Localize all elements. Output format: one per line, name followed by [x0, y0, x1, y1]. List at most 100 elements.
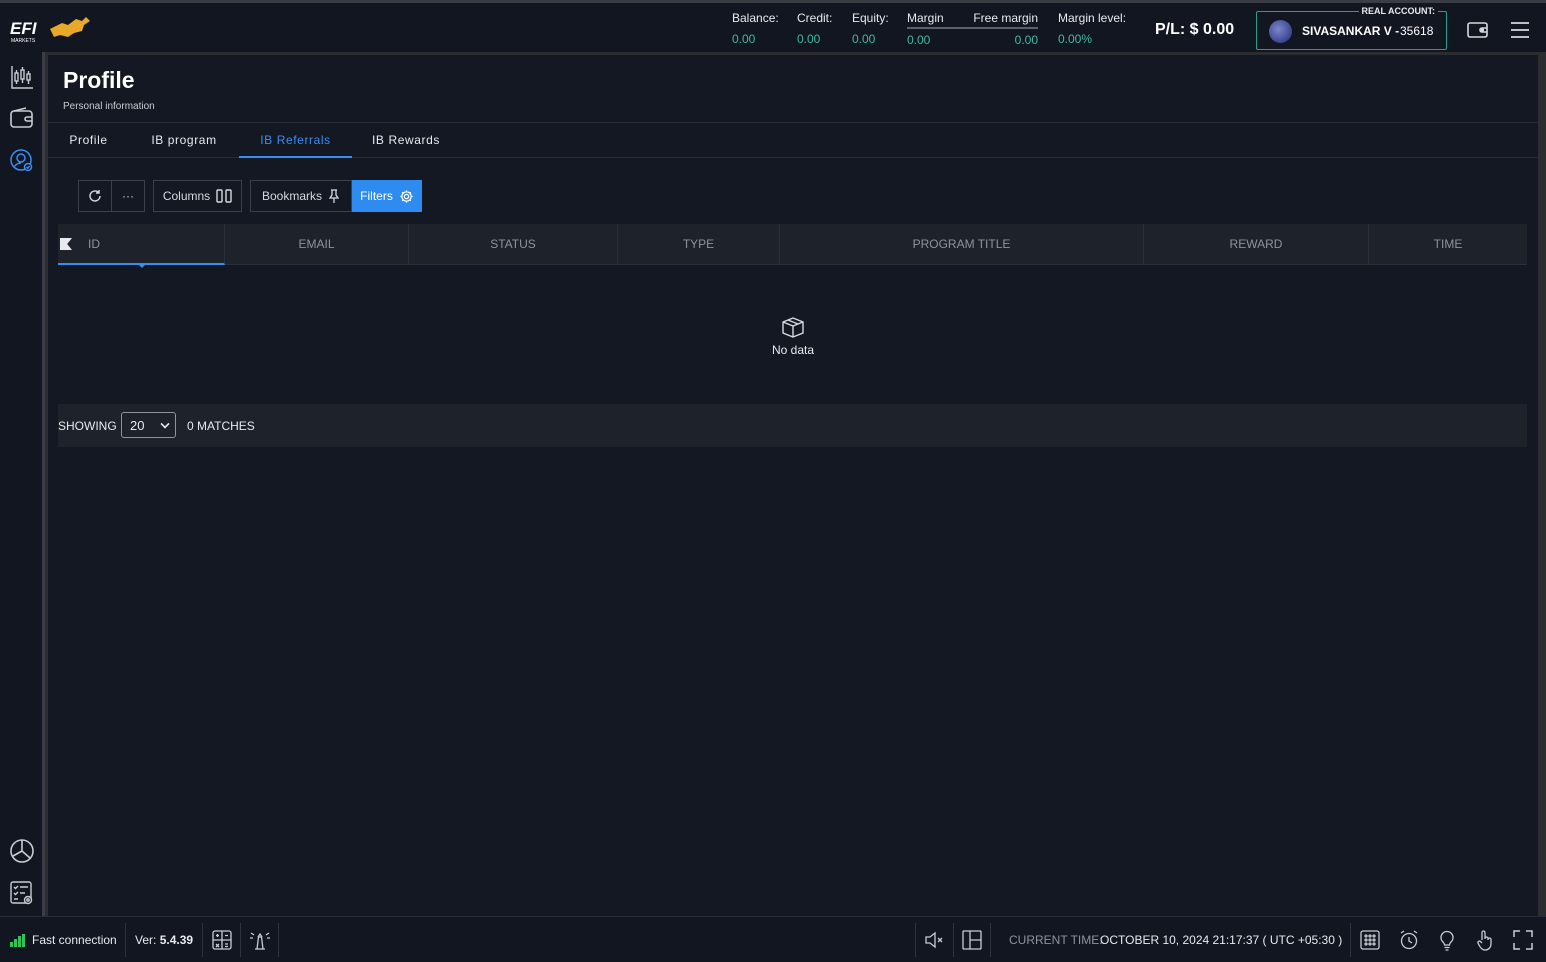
layout-icon[interactable]	[961, 929, 983, 951]
margin-stat-group: Margin Free margin 0.00 0.00	[907, 11, 1038, 47]
equity-label: Equity:	[852, 11, 889, 25]
pl-label: P/L:	[1155, 21, 1186, 38]
columns-button[interactable]: Columns	[153, 180, 242, 212]
version-value: 5.4.39	[159, 933, 194, 947]
account-type-tag: REAL ACCOUNT:	[1358, 6, 1438, 16]
lightbulb-icon[interactable]	[1436, 929, 1458, 951]
free-margin-value: 0.00	[1014, 33, 1038, 47]
column-header-program-title[interactable]: PROGRAM TITLE	[780, 224, 1144, 265]
hand-pointer-icon[interactable]	[1474, 929, 1496, 951]
page-size-select[interactable]: 20	[121, 412, 176, 438]
tab-ib-rewards[interactable]: IB Rewards	[366, 123, 446, 158]
balance-stat: Balance: 0.00	[732, 11, 779, 46]
filters-label: Filters	[360, 189, 393, 203]
margin-level-stat: Margin level: 0.00%	[1058, 11, 1126, 46]
equity-value: 0.00	[852, 32, 876, 46]
wallet-icon[interactable]	[9, 106, 35, 132]
equity-stat: Equity: 0.00	[852, 11, 889, 46]
fullscreen-icon[interactable]	[1512, 929, 1534, 951]
divider	[278, 923, 279, 957]
divider	[915, 923, 916, 957]
margin-bar	[907, 27, 1038, 29]
empty-state: No data	[748, 315, 838, 357]
avatar	[1269, 20, 1292, 43]
more-options-label: ···	[122, 189, 134, 203]
gear-icon	[400, 189, 413, 203]
svg-text:MARKETS: MARKETS	[11, 38, 36, 44]
chevron-down-icon	[160, 419, 170, 429]
alarm-clock-icon[interactable]	[1398, 929, 1420, 951]
column-header-id[interactable]: ID	[58, 224, 225, 268]
columns-label: Columns	[162, 189, 211, 203]
showing-label: SHOWING	[58, 419, 117, 433]
margin-label: Margin	[907, 11, 944, 25]
divider	[202, 923, 203, 957]
svg-text:EFI: EFI	[10, 19, 38, 38]
pl-value: $ 0.00	[1189, 21, 1235, 38]
balance-label: Balance:	[732, 11, 779, 25]
bookmarks-button[interactable]: Bookmarks	[250, 180, 352, 212]
divider	[990, 923, 991, 957]
divider	[240, 923, 241, 957]
refresh-button[interactable]	[78, 180, 112, 212]
more-options-button[interactable]: ···	[111, 180, 145, 212]
table-header: ID EMAIL STATUS TYPE PROGRAM TITLE REWAR…	[58, 224, 1527, 268]
margin-value: 0.00	[907, 33, 931, 47]
sort-caret-icon	[138, 264, 146, 268]
tab-bar: Profile IB program IB Referrals IB Rewar…	[48, 122, 1538, 158]
signal-strength-icon	[10, 934, 26, 947]
current-time-value: OCTOBER 10, 2024 21:17:37 ( UTC +05:30 )	[1100, 933, 1343, 947]
account-number: 35618	[1400, 24, 1434, 38]
checklist-settings-icon[interactable]	[9, 880, 35, 906]
chart-candles-icon[interactable]	[9, 64, 35, 90]
version-info: Ver: 5.4.39	[135, 933, 193, 947]
page-size-value: 20	[130, 418, 145, 433]
column-header-reward[interactable]: REWARD	[1144, 224, 1369, 265]
current-time-label: CURRENT TIME:	[1009, 933, 1103, 947]
divider	[953, 923, 954, 957]
pagination-bar: SHOWING 20 0 MATCHES	[58, 404, 1527, 447]
column-header-time[interactable]: TIME	[1369, 224, 1527, 265]
main-panel: Profile Personal information Profile IB …	[48, 55, 1538, 916]
pin-icon	[328, 189, 340, 203]
matches-count: 0 MATCHES	[187, 419, 255, 433]
lighthouse-icon[interactable]	[249, 929, 271, 951]
hamburger-menu-icon[interactable]	[1508, 18, 1532, 42]
keypad-icon[interactable]	[1359, 929, 1381, 951]
credit-label: Credit:	[797, 11, 833, 25]
mute-icon[interactable]	[923, 929, 945, 951]
free-margin-label: Free margin	[973, 11, 1038, 25]
credit-stat: Credit: 0.00	[797, 11, 832, 46]
profit-loss: P/L: $ 0.00	[1155, 21, 1234, 39]
connection-status: Fast connection	[32, 933, 117, 947]
margin-level-value: 0.00%	[1058, 32, 1093, 46]
no-data-text: No data	[771, 343, 815, 357]
wallet-icon[interactable]	[1466, 18, 1490, 42]
profile-users-icon[interactable]	[9, 148, 35, 174]
column-header-status[interactable]: STATUS	[409, 224, 618, 265]
bookmark-flag-icon[interactable]	[60, 238, 72, 250]
empty-box-icon	[782, 317, 804, 338]
margin-level-label: Margin level:	[1058, 11, 1127, 25]
divider	[1350, 923, 1351, 957]
tab-profile[interactable]: Profile	[62, 123, 115, 158]
page-title: Profile	[63, 67, 135, 93]
columns-icon	[216, 189, 232, 203]
account-selector[interactable]: REAL ACCOUNT: SIVASANKAR V - 35618	[1256, 6, 1447, 50]
filters-button[interactable]: Filters	[352, 180, 422, 212]
page-subtitle: Personal information	[63, 101, 155, 112]
column-header-type[interactable]: TYPE	[618, 224, 780, 265]
divider	[125, 923, 126, 957]
tab-ib-program[interactable]: IB program	[143, 123, 225, 158]
top-bar: EFI MARKETS Balance: 0.00 Credit: 0.00 E…	[0, 0, 1546, 52]
status-bar: Fast connection Ver: 5.4.39 CURRENT TIME…	[0, 916, 1546, 962]
tab-ib-referrals[interactable]: IB Referrals	[239, 123, 352, 158]
column-header-id-label: ID	[88, 237, 100, 251]
column-header-email[interactable]: EMAIL	[225, 224, 409, 265]
efi-markets-logo[interactable]: EFI MARKETS	[10, 15, 96, 45]
left-sidebar	[0, 52, 45, 916]
calculator-icon[interactable]	[211, 929, 233, 951]
bookmarks-label: Bookmarks	[261, 189, 323, 203]
account-name: SIVASANKAR V -	[1302, 24, 1400, 38]
pie-chart-icon[interactable]	[9, 838, 35, 864]
